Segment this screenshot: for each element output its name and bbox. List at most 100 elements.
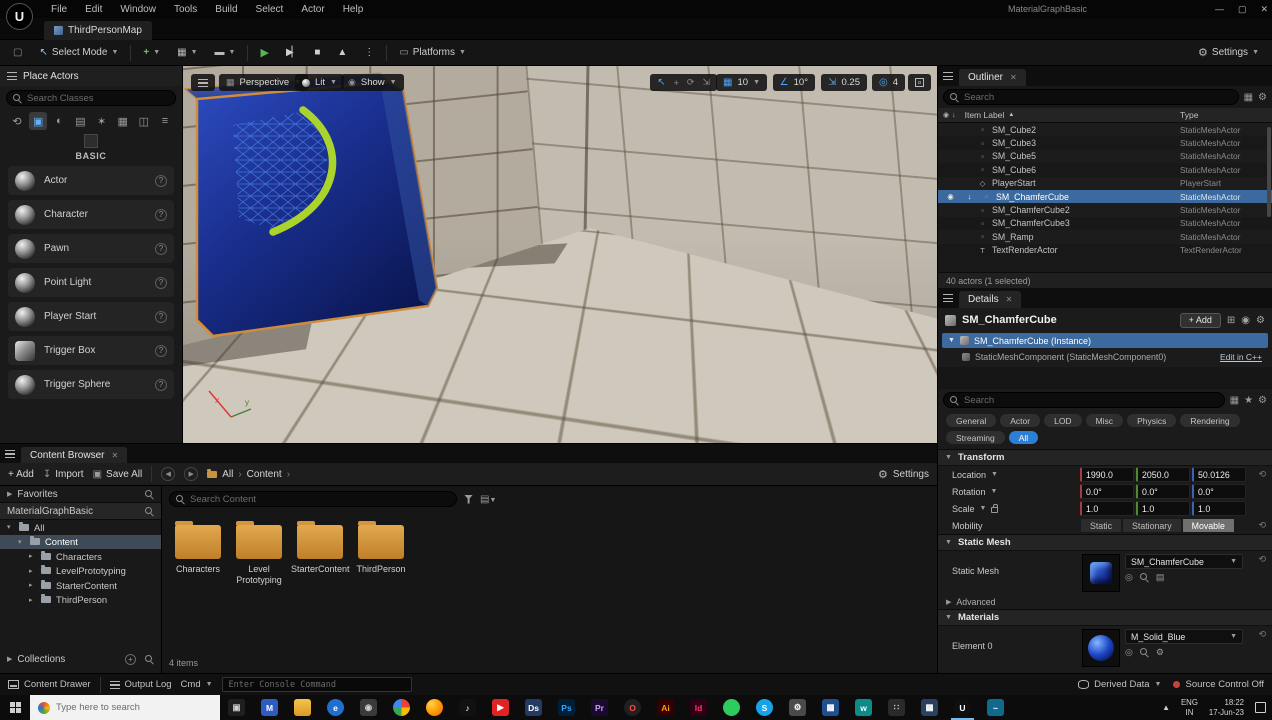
search-classes-input[interactable] <box>27 92 169 104</box>
photoshop-icon[interactable]: Ps <box>550 695 583 720</box>
details-settings-icon[interactable]: ⚙ <box>1256 315 1265 326</box>
forward-icon[interactable]: ▶ <box>184 467 199 481</box>
location-label[interactable]: Location ▼ <box>952 470 1080 480</box>
cinematic-icon[interactable]: ▤ <box>71 112 89 130</box>
edge-icon[interactable]: e <box>319 695 352 720</box>
place-actor-item[interactable]: Point Light? <box>8 268 174 297</box>
outliner-row[interactable]: ▫ SM_ChamferCube2 StaticMeshActor <box>938 203 1272 217</box>
pin-column-icon[interactable]: ↓ <box>952 112 956 119</box>
view-mode-dropdown[interactable]: Lit ▼ <box>295 74 344 91</box>
davinci-icon[interactable]: Ds <box>517 695 550 720</box>
type-column[interactable]: Type <box>1180 110 1272 120</box>
scale-tool-icon[interactable]: ⇲ <box>702 77 710 88</box>
menu-file[interactable]: File <box>42 0 76 18</box>
filter-chip-general[interactable]: General <box>946 414 997 427</box>
material-options-icon[interactable]: ⚙ <box>1156 647 1164 658</box>
console-command-input[interactable] <box>221 677 412 692</box>
add-collection-icon[interactable]: + <box>125 653 136 665</box>
grid-snap-control[interactable]: ▦ 10 ▼ <box>716 74 767 91</box>
movie-blue-icon[interactable]: ▦ <box>913 695 946 720</box>
location-y-field[interactable]: 2050.0 <box>1136 467 1190 482</box>
panel-menu-icon[interactable] <box>943 294 953 302</box>
premiere-icon[interactable]: Pr <box>583 695 616 720</box>
chrome-icon[interactable] <box>385 695 418 720</box>
pin-icon[interactable]: ↓ <box>962 192 977 201</box>
platforms-dropdown[interactable]: ▭ Platforms ▼ <box>394 45 471 60</box>
taskbar-search-input[interactable] <box>56 702 212 713</box>
component-row[interactable]: StaticMeshComponent (StaticMeshComponent… <box>942 349 1268 364</box>
place-actor-item[interactable]: Character? <box>8 200 174 229</box>
place-actor-item[interactable]: Trigger Sphere? <box>8 370 174 399</box>
menu-edit[interactable]: Edit <box>76 0 111 18</box>
settings-dropdown[interactable]: ⚙ Settings ▼ <box>1193 44 1264 61</box>
select-tool-icon[interactable]: ↖ <box>657 77 665 88</box>
geometry-icon[interactable]: ▦ <box>114 112 132 130</box>
taskbar-search[interactable] <box>30 695 220 720</box>
panel-menu-icon[interactable] <box>943 72 953 80</box>
caret-icon[interactable]: ▸ <box>29 581 36 589</box>
volumes-icon[interactable]: ◫ <box>135 112 153 130</box>
location-z-field[interactable]: 50.0126 <box>1192 467 1246 482</box>
filter-chip-all[interactable]: All <box>1008 431 1039 444</box>
close-icon[interactable]: ✕ <box>1010 73 1017 82</box>
tree-item-startercontent[interactable]: ▸ StarterContent <box>0 578 161 593</box>
chamfer-cube-mesh[interactable] <box>183 70 463 370</box>
firefox-icon[interactable] <box>418 695 451 720</box>
instance-row[interactable]: ▼ SM_ChamferCube (Instance) <box>942 333 1268 348</box>
cinematics-dropdown[interactable]: ▬ ▼ <box>210 45 241 60</box>
browse-to-asset-icon[interactable] <box>1139 648 1149 657</box>
content-drawer-button[interactable]: Content Drawer <box>8 679 91 690</box>
outliner-row[interactable]: ▫ SM_Ramp StaticMeshActor <box>938 230 1272 244</box>
unreal-engine-icon[interactable]: U <box>946 695 979 720</box>
menu-window[interactable]: Window <box>111 0 165 18</box>
place-actor-item[interactable]: Player Start? <box>8 302 174 331</box>
start-button[interactable] <box>0 695 30 720</box>
back-icon[interactable]: ◀ <box>161 467 176 481</box>
cb-save-all-button[interactable]: ▣ Save All <box>93 469 143 480</box>
maximize-viewport[interactable] <box>908 74 931 91</box>
tree-item-thirdperson[interactable]: ▸ ThirdPerson <box>0 593 161 608</box>
basic-category-icon[interactable] <box>84 134 98 148</box>
location-x-field[interactable]: 1990.0 <box>1080 467 1134 482</box>
tree-item-all[interactable]: ▾ All <box>0 520 161 535</box>
whatsapp-icon[interactable] <box>715 695 748 720</box>
stop-button[interactable]: ■ <box>309 45 325 60</box>
opera-icon[interactable]: O <box>616 695 649 720</box>
skip-button[interactable]: ▶▏ <box>281 45 302 60</box>
menu-actor[interactable]: Actor <box>292 0 333 18</box>
item-label-column[interactable]: Item Label ▲ <box>965 110 1177 120</box>
clock[interactable]: 18:22 17-Jun-23 <box>1209 698 1244 717</box>
browse-to-asset-icon[interactable] <box>1139 573 1149 582</box>
reset-location-icon[interactable]: ⟲ <box>1258 469 1266 480</box>
close-icon[interactable]: ✕ <box>111 451 118 460</box>
place-actors-search[interactable] <box>6 90 176 106</box>
outliner-search-input[interactable] <box>964 91 1232 103</box>
menu-select[interactable]: Select <box>247 0 293 18</box>
filter-chip-streaming[interactable]: Streaming <box>946 431 1005 444</box>
mobility-movable-button[interactable]: Movable <box>1181 518 1235 533</box>
static-mesh-dropdown[interactable]: SM_ChamferCube ▼ <box>1125 554 1243 569</box>
details-search-input[interactable] <box>964 394 1218 406</box>
close-icon[interactable]: ✕ <box>1006 295 1013 304</box>
modes-dropdown[interactable]: ▦ ▼ <box>172 45 202 60</box>
all-classes-icon[interactable]: ≡ <box>156 112 174 130</box>
folder-characters[interactable]: Characters <box>169 521 227 586</box>
scale-z-field[interactable]: 1.0 <box>1192 501 1246 516</box>
scale-snap-control[interactable]: ⇲ 0.25 <box>821 74 867 91</box>
rotation-snap-control[interactable]: ∠ 10° <box>772 74 815 91</box>
file-explorer-icon[interactable] <box>286 695 319 720</box>
tab-details[interactable]: Details ✕ <box>959 291 1022 308</box>
scale-label[interactable]: Scale ▼ <box>952 504 1080 514</box>
cb-add-button[interactable]: + Add <box>8 469 34 480</box>
material-dropdown[interactable]: M_Solid_Blue ▼ <box>1125 629 1243 644</box>
task-view-icon[interactable]: ▣ <box>220 695 253 720</box>
outliner-row[interactable]: ▫ SM_Cube2 StaticMeshActor <box>938 123 1272 137</box>
tab-thirdpersonmap[interactable]: ThirdPersonMap <box>44 21 152 40</box>
tree-item-content[interactable]: ▾ Content <box>0 534 161 549</box>
derived-data-button[interactable]: Derived Data ▼ <box>1078 679 1161 690</box>
photos-icon[interactable]: ▦ <box>814 695 847 720</box>
language-indicator[interactable]: ENG IN <box>1181 698 1198 717</box>
lock-icon[interactable] <box>991 504 999 513</box>
search-icon[interactable] <box>145 489 154 499</box>
view-options-icon[interactable]: ▤▼ <box>480 494 496 505</box>
